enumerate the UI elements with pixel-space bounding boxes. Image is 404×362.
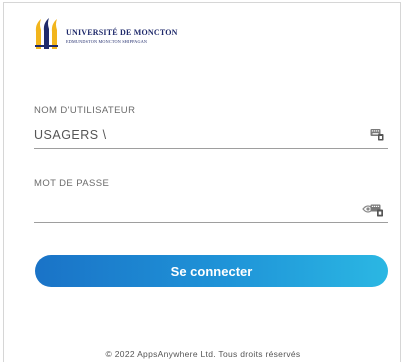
username-input[interactable] bbox=[34, 128, 334, 142]
keyboard-icon[interactable] bbox=[370, 127, 384, 141]
university-name: UNIVERSITÉ DE MONCTON bbox=[66, 28, 178, 37]
password-input[interactable] bbox=[34, 202, 334, 216]
username-field-container bbox=[34, 126, 388, 149]
campus-list: EDMUNDSTON MONCTON SHIPPAGAN bbox=[66, 39, 148, 44]
username-label: NOM D'UTILISATEUR bbox=[34, 105, 136, 116]
university-logo: UNIVERSITÉ DE MONCTON EDMUNDSTON MONCTON… bbox=[32, 18, 232, 54]
connect-button[interactable]: Se connecter bbox=[35, 255, 388, 287]
show-password-keyboard-icon[interactable] bbox=[362, 202, 384, 218]
copyright-footer: © 2022 AppsAnywhere Ltd. Tous droits rés… bbox=[105, 349, 301, 359]
password-label: MOT DE PASSE bbox=[34, 178, 110, 189]
password-field-container bbox=[34, 200, 388, 223]
university-logo-icon bbox=[35, 18, 58, 49]
login-panel: UNIVERSITÉ DE MONCTON EDMUNDSTON MONCTON… bbox=[3, 2, 401, 362]
